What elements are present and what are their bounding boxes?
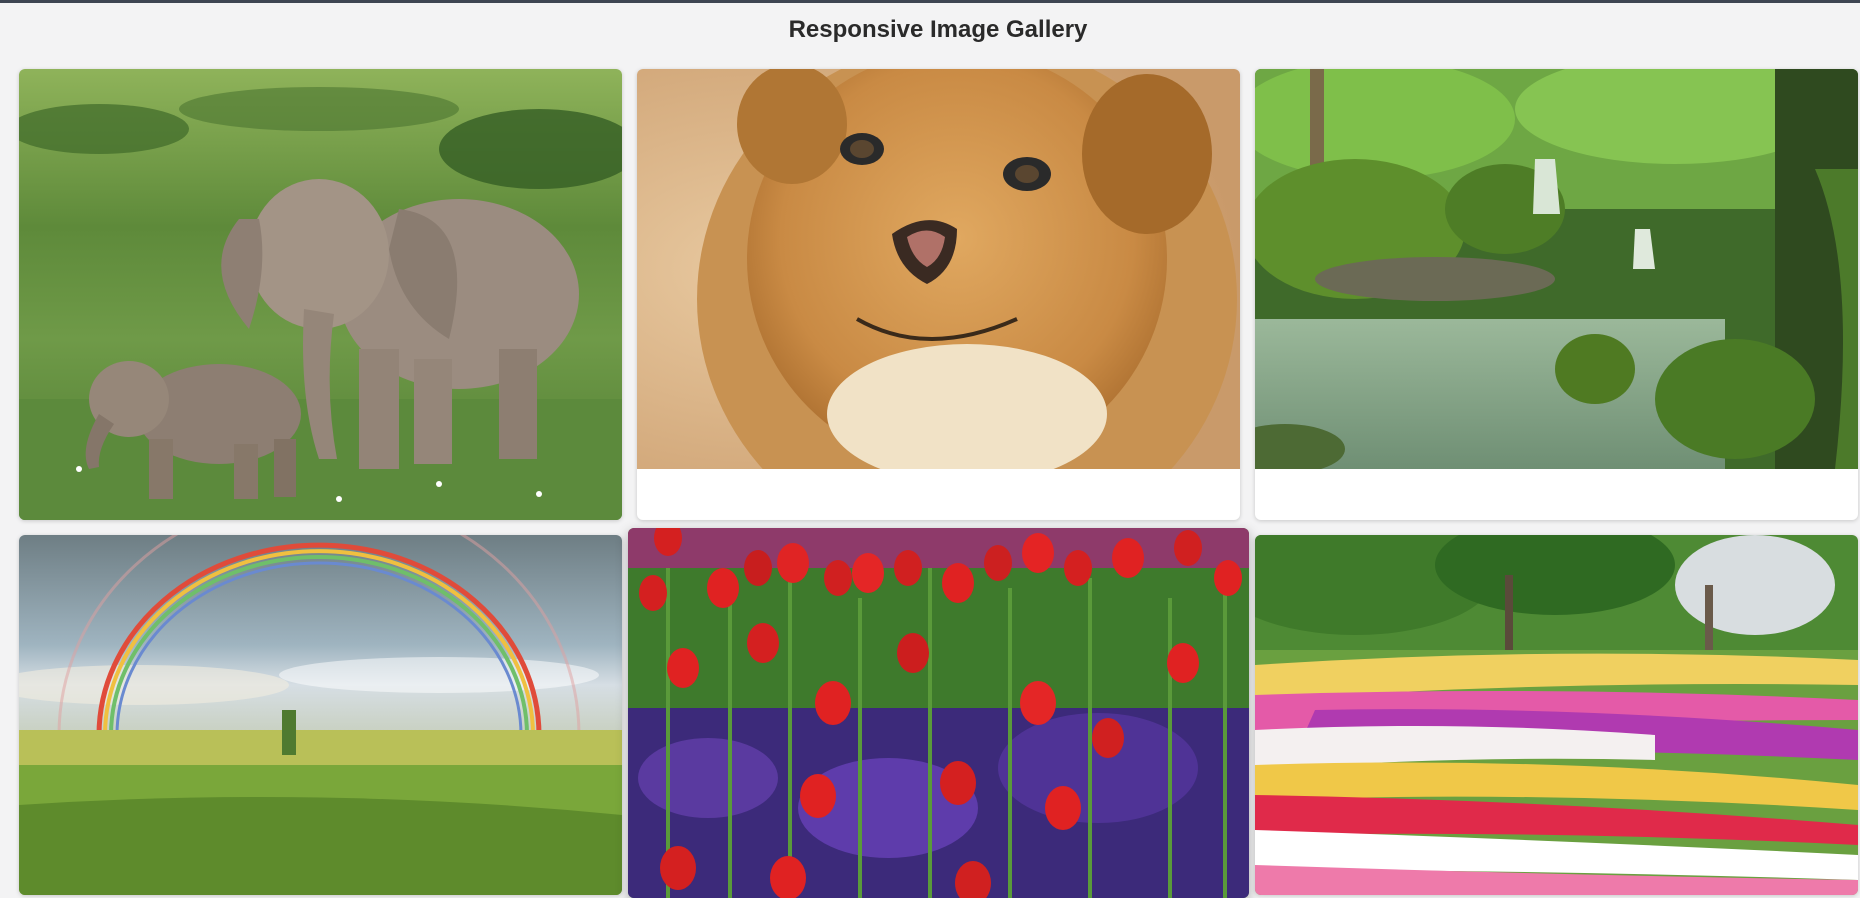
- lion-photo[interactable]: [637, 69, 1240, 469]
- gallery-card-elephants[interactable]: [19, 69, 622, 520]
- tulip-garden-photo[interactable]: [1255, 535, 1858, 895]
- window-top-bar: [0, 0, 1860, 3]
- gallery-card-waterfall[interactable]: [1255, 69, 1858, 520]
- gallery-card-tulip-garden[interactable]: [1255, 535, 1858, 895]
- gallery-card-lion[interactable]: [637, 69, 1240, 520]
- gallery-card-rainbow[interactable]: [19, 535, 622, 895]
- red-tulips-photo[interactable]: [628, 528, 1249, 898]
- page-title: Responsive Image Gallery: [788, 16, 1088, 43]
- gallery-card-red-tulips[interactable]: [628, 528, 1249, 898]
- elephant-photo[interactable]: [19, 69, 622, 520]
- waterfall-photo[interactable]: [1255, 69, 1858, 469]
- rainbow-photo[interactable]: [19, 535, 622, 895]
